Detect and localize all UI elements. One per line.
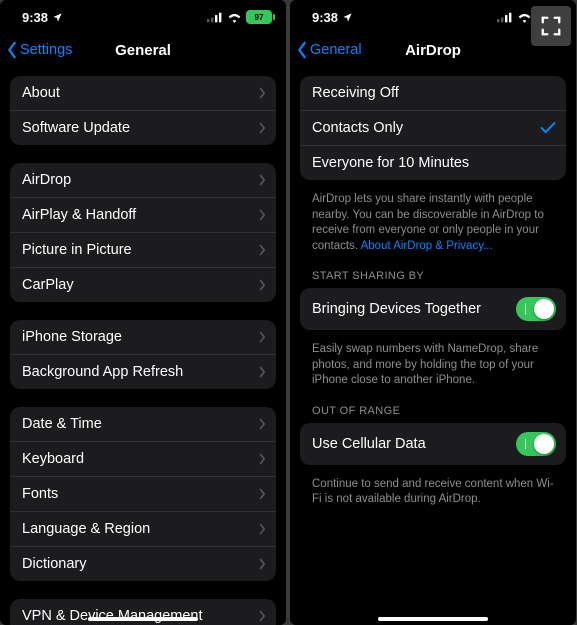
checkmark-icon — [540, 121, 556, 135]
row-everyone-10-minutes[interactable]: Everyone for 10 Minutes — [300, 146, 566, 180]
receiving-footer: AirDrop lets you share instantly with pe… — [300, 186, 566, 256]
row-label: AirPlay & Handoff — [22, 207, 258, 223]
page-title: General — [115, 42, 171, 59]
row-dictionary[interactable]: Dictionary — [10, 547, 276, 581]
status-time: 9:38 — [312, 10, 338, 25]
row-vpn-device-management[interactable]: VPN & Device Management — [10, 599, 276, 625]
row-about[interactable]: About — [10, 76, 276, 111]
settings-group: Date & Time Keyboard Fonts Language & Regio… — [10, 407, 276, 581]
battery-indicator: 97 — [246, 10, 272, 24]
start-sharing-group: Bringing Devices Together — [300, 288, 566, 330]
row-label: Receiving Off — [312, 85, 556, 101]
row-label: Use Cellular Data — [312, 436, 516, 452]
row-label: Date & Time — [22, 416, 258, 432]
wifi-icon — [227, 12, 242, 23]
row-background-app-refresh[interactable]: Background App Refresh — [10, 355, 276, 389]
row-label: AirDrop — [22, 172, 258, 188]
row-software-update[interactable]: Software Update — [10, 111, 276, 145]
row-label: VPN & Device Management — [22, 608, 258, 624]
page-title: AirDrop — [405, 42, 461, 59]
start-sharing-footer: Easily swap numbers with NameDrop, share… — [300, 336, 566, 391]
row-label: Background App Refresh — [22, 364, 258, 380]
chevron-right-icon — [258, 523, 266, 535]
row-label: Language & Region — [22, 521, 258, 537]
row-label: Software Update — [22, 120, 258, 136]
chevron-right-icon — [258, 453, 266, 465]
home-indicator[interactable] — [88, 617, 198, 621]
settings-group: About Software Update — [10, 76, 276, 145]
section-header-start-sharing: START SHARING BY — [300, 270, 566, 288]
settings-group: VPN & Device Management — [10, 599, 276, 625]
toggle-use-cellular-data[interactable] — [516, 432, 556, 456]
row-label: Keyboard — [22, 451, 258, 467]
chevron-right-icon — [258, 87, 266, 99]
row-label: Dictionary — [22, 556, 258, 572]
chevron-right-icon — [258, 366, 266, 378]
row-label: Fonts — [22, 486, 258, 502]
location-icon — [342, 12, 353, 23]
row-keyboard[interactable]: Keyboard — [10, 442, 276, 477]
chevron-right-icon — [258, 174, 266, 186]
fullscreen-button[interactable] — [531, 6, 571, 46]
row-airplay-handoff[interactable]: AirPlay & Handoff — [10, 198, 276, 233]
airdrop-scroll[interactable]: Receiving Off Contacts Only Everyone for 1… — [290, 66, 576, 625]
chevron-right-icon — [258, 122, 266, 134]
general-scroll[interactable]: About Software Update AirDrop AirPlay & Han… — [0, 66, 286, 625]
back-label: General — [310, 42, 362, 58]
section-header-out-of-range: OUT OF RANGE — [300, 405, 566, 423]
cellular-signal-icon — [497, 12, 513, 23]
receiving-group: Receiving Off Contacts Only Everyone for 1… — [300, 76, 566, 180]
settings-group: AirDrop AirPlay & Handoff Picture in Pictu… — [10, 163, 276, 302]
wifi-icon — [517, 12, 532, 23]
row-date-time[interactable]: Date & Time — [10, 407, 276, 442]
chevron-right-icon — [258, 331, 266, 343]
status-bar: 9:38 97 — [0, 0, 286, 34]
row-picture-in-picture[interactable]: Picture in Picture — [10, 233, 276, 268]
row-label: About — [22, 85, 258, 101]
row-label: iPhone Storage — [22, 329, 258, 345]
chevron-right-icon — [258, 558, 266, 570]
row-contacts-only[interactable]: Contacts Only — [300, 111, 566, 146]
row-bringing-devices-together[interactable]: Bringing Devices Together — [300, 288, 566, 330]
out-of-range-group: Use Cellular Data — [300, 423, 566, 465]
about-airdrop-privacy-link[interactable]: About AirDrop & Privacy... — [361, 240, 493, 252]
chevron-right-icon — [258, 209, 266, 221]
row-language-region[interactable]: Language & Region — [10, 512, 276, 547]
row-label: CarPlay — [22, 277, 258, 293]
status-time: 9:38 — [22, 10, 48, 25]
home-indicator[interactable] — [378, 617, 488, 621]
row-carplay[interactable]: CarPlay — [10, 268, 276, 302]
phone-airdrop-screen: 9:38 97 General AirDrop — [290, 0, 576, 625]
row-receiving-off[interactable]: Receiving Off — [300, 76, 566, 111]
out-of-range-footer: Continue to send and receive content whe… — [300, 471, 566, 510]
back-button-general[interactable]: General — [296, 34, 362, 66]
chevron-right-icon — [258, 279, 266, 291]
row-label: Everyone for 10 Minutes — [312, 155, 556, 171]
location-icon — [52, 12, 63, 23]
row-label: Picture in Picture — [22, 242, 258, 258]
row-label: Bringing Devices Together — [312, 301, 516, 317]
back-button-settings[interactable]: Settings — [6, 34, 72, 66]
row-fonts[interactable]: Fonts — [10, 477, 276, 512]
settings-group: iPhone Storage Background App Refresh — [10, 320, 276, 389]
chevron-right-icon — [258, 610, 266, 622]
row-label: Contacts Only — [312, 120, 540, 136]
cellular-signal-icon — [207, 12, 223, 23]
nav-bar: Settings General — [0, 34, 286, 66]
row-use-cellular-data[interactable]: Use Cellular Data — [300, 423, 566, 465]
chevron-right-icon — [258, 418, 266, 430]
phone-general-screen: 9:38 97 Settings General Abo — [0, 0, 286, 625]
chevron-right-icon — [258, 488, 266, 500]
row-iphone-storage[interactable]: iPhone Storage — [10, 320, 276, 355]
toggle-bringing-devices-together[interactable] — [516, 297, 556, 321]
row-airdrop[interactable]: AirDrop — [10, 163, 276, 198]
chevron-right-icon — [258, 244, 266, 256]
back-label: Settings — [20, 42, 72, 58]
